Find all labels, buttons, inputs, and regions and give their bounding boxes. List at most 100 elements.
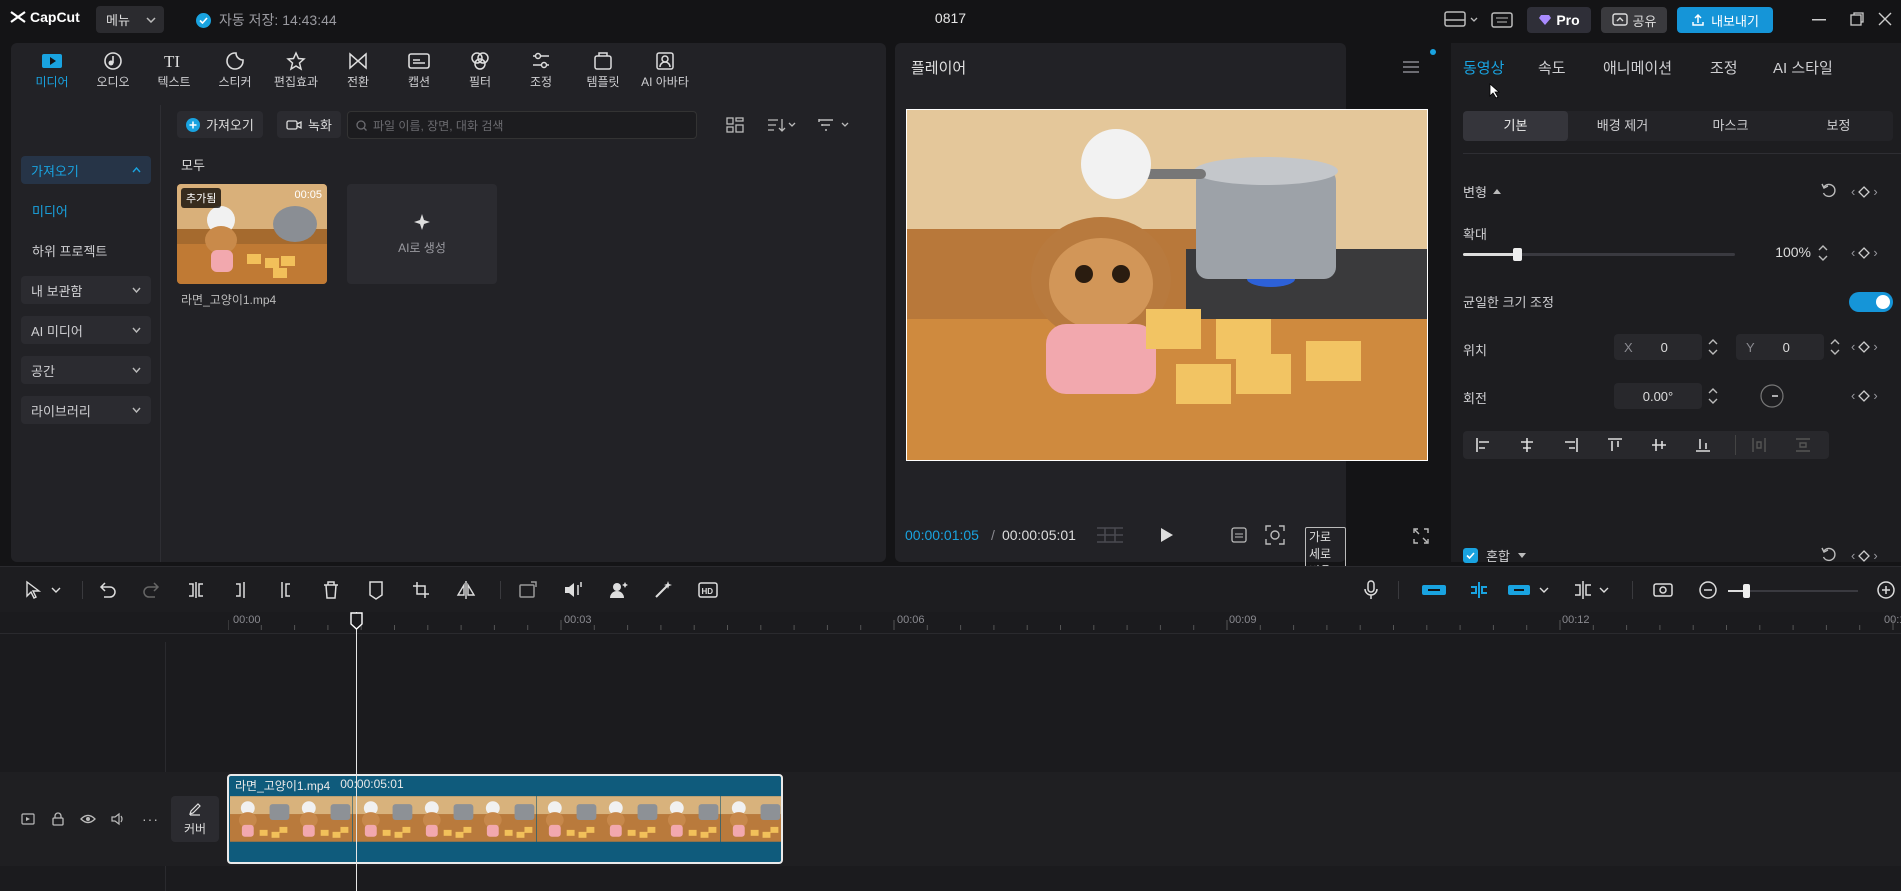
property-tab[interactable]: 속도 — [1538, 57, 1566, 78]
subtab-basic[interactable]: 기본 — [1463, 111, 1568, 141]
reset-icon[interactable] — [1821, 183, 1837, 199]
share-button[interactable]: 공유 — [1601, 7, 1667, 33]
tab-template[interactable]: 템플릿 — [573, 49, 633, 90]
keyframe-control[interactable]: ‹ › — [1851, 245, 1878, 260]
preview-frame-icon[interactable] — [1652, 579, 1674, 601]
uniform-scale-toggle[interactable] — [1849, 292, 1893, 312]
sidebar-space[interactable]: 공간 — [21, 356, 151, 384]
tab-audio[interactable]: 오디오 — [83, 49, 143, 90]
layout-button[interactable] — [1444, 11, 1478, 27]
filter-icon[interactable] — [818, 117, 850, 133]
distribute-v-icon[interactable] — [1795, 437, 1811, 453]
sidebar-item-media[interactable]: 미디어 — [32, 201, 68, 220]
stepper-icon[interactable] — [1707, 337, 1719, 357]
tab-effects[interactable]: 편집효과 — [266, 49, 326, 90]
position-y-field[interactable]: Y 0 — [1736, 334, 1824, 360]
chevron-down-icon[interactable] — [1598, 579, 1620, 601]
quality-icon[interactable] — [1231, 527, 1247, 543]
redo-icon[interactable] — [141, 579, 163, 601]
crop-icon[interactable] — [410, 579, 432, 601]
undo-icon[interactable] — [96, 579, 118, 601]
keyframe-control[interactable]: ‹ › — [1851, 388, 1878, 403]
select-cursor-icon[interactable] — [22, 579, 44, 601]
volume-icon[interactable] — [111, 812, 125, 826]
split-icon[interactable] — [185, 579, 207, 601]
position-x-field[interactable]: X 0 — [1614, 334, 1702, 360]
delete-icon[interactable] — [320, 579, 342, 601]
grid-view-icon[interactable] — [726, 117, 744, 133]
export-button[interactable]: 내보내기 — [1677, 7, 1773, 33]
sidebar-ai-media[interactable]: AI 미디어 — [21, 316, 151, 344]
sort-icon[interactable] — [767, 117, 797, 133]
property-tab[interactable]: AI 스타일 — [1773, 57, 1833, 78]
mirror-icon[interactable] — [455, 579, 477, 601]
playhead[interactable] — [356, 612, 357, 891]
tab-adjust[interactable]: 조정 — [511, 49, 571, 90]
import-button[interactable]: 가져오기 — [177, 111, 263, 138]
magnet-snap-icon[interactable] — [1420, 579, 1448, 601]
marker-icon[interactable] — [365, 579, 387, 601]
align-right-icon[interactable] — [1563, 437, 1579, 453]
property-tab[interactable]: 조정 — [1710, 57, 1738, 78]
property-tab[interactable]: 동영상 — [1463, 57, 1504, 78]
playhead-handle-icon[interactable] — [350, 612, 363, 630]
video-clip[interactable]: 라면_고양이1.mp4 00:00:05:01 — [227, 774, 783, 864]
rotation-field[interactable]: 0.00° — [1614, 383, 1702, 409]
sidebar-item-subproject[interactable]: 하위 프로젝트 — [32, 241, 107, 260]
distribute-h-icon[interactable] — [1751, 437, 1767, 453]
play-icon[interactable] — [1160, 527, 1174, 543]
keyframe-control[interactable]: ‹ › — [1851, 548, 1878, 563]
sidebar-import[interactable]: 가져오기 — [21, 156, 151, 184]
zoom-slider[interactable] — [1728, 584, 1858, 598]
subtab-retouch[interactable]: 보정 — [1786, 111, 1891, 141]
more-icon[interactable]: ··· — [142, 811, 159, 827]
cover-button[interactable]: 커버 — [171, 796, 219, 842]
tab-sticker[interactable]: 스티커 — [205, 49, 265, 90]
keyboard-icon[interactable] — [1491, 12, 1513, 28]
tab-text[interactable]: TI 텍스트 — [144, 49, 204, 90]
transform-section[interactable]: 변형 — [1463, 182, 1501, 201]
menu-dropdown[interactable]: 메뉴 — [96, 6, 164, 33]
subtab-mask[interactable]: 마스크 — [1678, 111, 1783, 141]
chevron-down-icon[interactable] — [1538, 579, 1560, 601]
zoom-slider-handle[interactable] — [1743, 584, 1750, 598]
audio-split-icon[interactable] — [562, 579, 584, 601]
ai-generate-card[interactable]: AI로 생성 — [347, 184, 497, 284]
blend-section[interactable]: 혼합 — [1463, 546, 1526, 565]
track-video-icon[interactable] — [21, 813, 35, 825]
freeze-frame-icon[interactable] — [517, 579, 539, 601]
property-tab[interactable]: 애니메이션 — [1603, 57, 1672, 78]
split-screen-icon[interactable] — [1572, 579, 1594, 601]
media-item-thumbnail[interactable]: 추가됨 00:05 — [177, 184, 327, 284]
record-button[interactable]: 녹화 — [277, 111, 341, 138]
align-center-v-icon[interactable] — [1651, 437, 1667, 453]
video-preview[interactable] — [906, 109, 1428, 461]
tab-avatar[interactable]: AI 아바타 — [635, 49, 695, 90]
subtab-remove-bg[interactable]: 배경 제거 — [1570, 111, 1675, 141]
ai-avatar-icon[interactable] — [607, 579, 629, 601]
tab-transition[interactable]: 전환 — [328, 49, 388, 90]
chevron-down-icon[interactable] — [50, 579, 72, 601]
keyframe-control[interactable]: ‹ › — [1851, 184, 1878, 199]
scale-slider[interactable] — [1463, 248, 1735, 261]
sidebar-my-storage[interactable]: 내 보관함 — [21, 276, 151, 304]
blend-checkbox[interactable] — [1463, 548, 1478, 563]
search-input[interactable]: 파일 이름, 장면, 대화 검색 — [347, 111, 697, 139]
sidebar-library[interactable]: 라이브러리 — [21, 396, 151, 424]
link-clips-icon[interactable] — [1466, 579, 1492, 601]
align-top-icon[interactable] — [1607, 437, 1623, 453]
hd-icon[interactable]: HD — [697, 579, 719, 601]
keyframe-control[interactable]: ‹ › — [1851, 339, 1878, 354]
rotation-dial-icon[interactable] — [1760, 384, 1784, 408]
timeline-grid-icon[interactable] — [1095, 526, 1125, 544]
preview-axis-icon[interactable] — [1506, 579, 1534, 601]
stepper-icon[interactable] — [1707, 386, 1719, 406]
reset-icon[interactable] — [1821, 547, 1837, 563]
player-menu-icon[interactable] — [1403, 61, 1419, 73]
align-center-h-icon[interactable] — [1519, 437, 1535, 453]
focus-icon[interactable] — [1265, 525, 1285, 545]
stepper-icon[interactable] — [1817, 243, 1829, 263]
pro-button[interactable]: Pro — [1527, 7, 1591, 33]
trim-right-icon[interactable] — [274, 579, 296, 601]
eye-icon[interactable] — [80, 814, 96, 824]
